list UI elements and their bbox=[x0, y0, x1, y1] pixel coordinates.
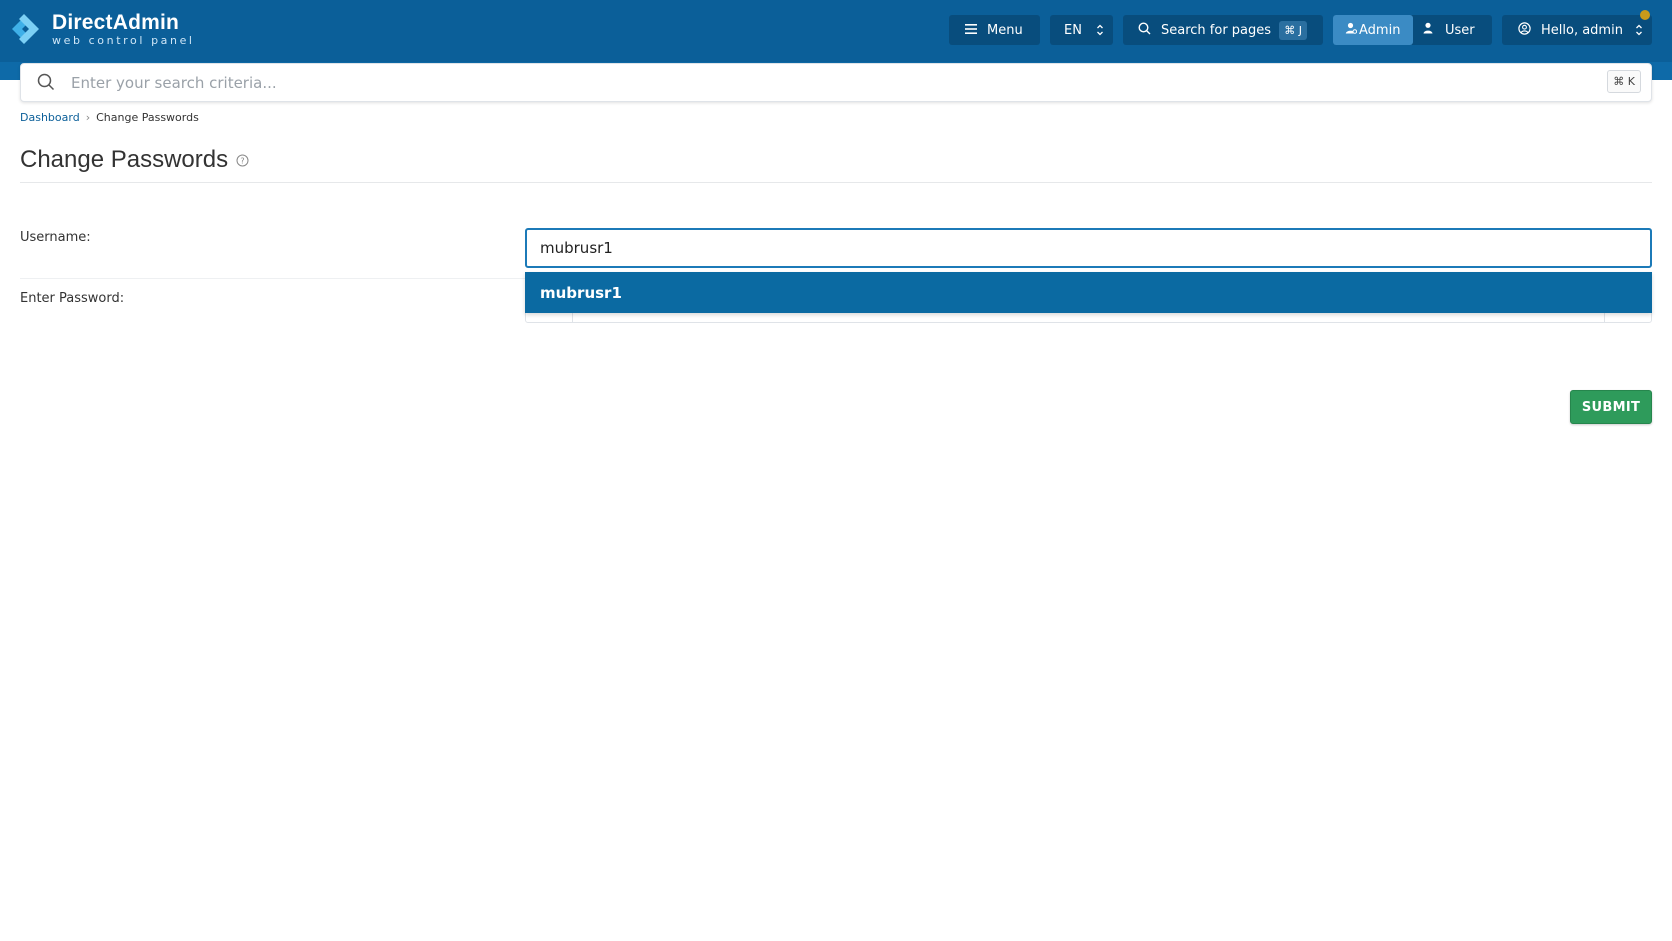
language-select[interactable]: EN bbox=[1050, 15, 1113, 45]
breadcrumb: Dashboard › Change Passwords bbox=[20, 111, 199, 124]
search-pages-button[interactable]: Search for pages ⌘ J bbox=[1123, 15, 1323, 45]
user-role-button[interactable]: User bbox=[1423, 15, 1475, 45]
username-input[interactable] bbox=[525, 228, 1652, 268]
user-role-label: User bbox=[1445, 22, 1475, 38]
role-toggle: Admin User bbox=[1333, 15, 1492, 45]
account-menu-button[interactable]: Hello, admin bbox=[1502, 15, 1652, 45]
breadcrumb-dashboard-link[interactable]: Dashboard bbox=[20, 111, 80, 124]
search-input[interactable] bbox=[71, 64, 1571, 101]
admin-role-button[interactable]: Admin bbox=[1333, 15, 1413, 45]
header: DirectAdmin web control panel Menu EN Se… bbox=[0, 0, 1672, 62]
page-title: Change Passwords ? bbox=[20, 146, 249, 174]
user-circle-icon bbox=[1518, 21, 1531, 39]
shortcut-badge: ⌘ K bbox=[1607, 70, 1641, 93]
help-icon[interactable]: ? bbox=[236, 146, 249, 174]
chevron-right-icon: › bbox=[85, 111, 91, 124]
username-label: Username: bbox=[20, 230, 91, 245]
chevron-updown-icon bbox=[1096, 23, 1104, 37]
search-icon bbox=[1138, 21, 1151, 39]
logo-title: DirectAdmin bbox=[52, 10, 180, 34]
logo[interactable]: DirectAdmin web control panel bbox=[10, 10, 195, 48]
shortcut-badge: ⌘ J bbox=[1279, 21, 1307, 40]
logo-subtitle: web control panel bbox=[52, 33, 195, 47]
directadmin-logo-icon bbox=[10, 10, 46, 48]
admin-user-icon bbox=[1345, 22, 1358, 38]
breadcrumb-current: Change Passwords bbox=[96, 111, 199, 124]
submit-button[interactable]: SUBMIT bbox=[1570, 390, 1652, 424]
menu-button[interactable]: Menu bbox=[949, 15, 1040, 45]
chevron-updown-icon bbox=[1635, 23, 1643, 37]
page-title-text: Change Passwords bbox=[20, 146, 229, 173]
title-divider bbox=[20, 182, 1652, 183]
admin-role-label: Admin bbox=[1359, 22, 1401, 38]
notification-dot[interactable] bbox=[1640, 10, 1650, 20]
password-label: Enter Password: bbox=[20, 291, 125, 306]
language-value: EN bbox=[1064, 22, 1082, 38]
menu-label: Menu bbox=[987, 22, 1023, 38]
hamburger-icon bbox=[965, 23, 977, 38]
global-search: ⌘ K bbox=[20, 63, 1652, 102]
user-icon bbox=[1423, 22, 1433, 38]
search-pages-label: Search for pages bbox=[1161, 22, 1272, 38]
greeting-label: Hello, admin bbox=[1541, 22, 1623, 38]
username-suggestion-item[interactable]: mubrusr1 bbox=[525, 272, 1652, 313]
logo-text: DirectAdmin web control panel bbox=[52, 10, 195, 47]
svg-text:?: ? bbox=[241, 157, 245, 166]
search-icon bbox=[37, 73, 55, 95]
